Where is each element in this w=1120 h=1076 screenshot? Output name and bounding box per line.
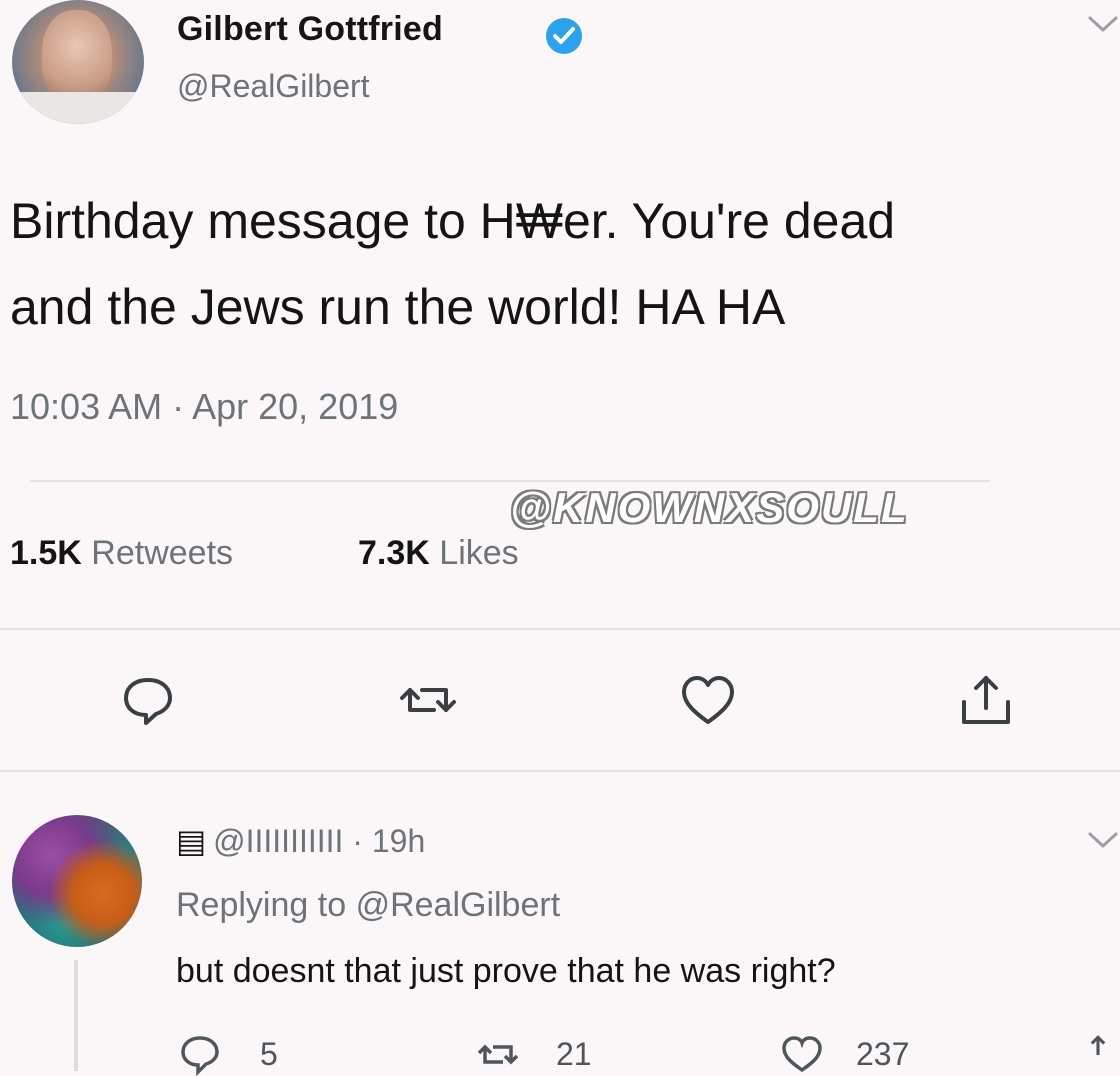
reply-chevron-down-icon[interactable] xyxy=(1086,826,1120,854)
reply-retweet-count: 21 xyxy=(556,1036,592,1072)
avatar-shirt xyxy=(12,92,144,124)
reply-separator: · xyxy=(352,823,363,859)
retweets-stat[interactable]: 1.5K Retweets xyxy=(10,534,233,573)
tweet-text: Birthday message to H₩er. You're dead an… xyxy=(10,176,1120,352)
reply-retweet-icon[interactable] xyxy=(474,1032,522,1076)
replying-prefix: Replying to xyxy=(176,886,347,924)
tweet-text-line-2: and the Jews run the world! HA HA xyxy=(10,279,786,335)
divider-top xyxy=(30,480,990,482)
reply-avatar[interactable] xyxy=(12,815,142,947)
reply-reply-count: 5 xyxy=(260,1036,278,1072)
tweet-timestamp[interactable]: 10:03 AM · Apr 20, 2019 xyxy=(10,386,398,428)
replying-handle[interactable]: @RealGilbert xyxy=(356,886,561,924)
retweets-label: Retweets xyxy=(91,534,234,572)
replying-to: Replying to @RealGilbert xyxy=(176,886,560,925)
watermark: @KNOWNXSOULL xyxy=(510,484,909,531)
avatar-face xyxy=(42,10,112,102)
retweet-icon[interactable] xyxy=(398,670,458,730)
reply-reply-icon[interactable] xyxy=(178,1032,222,1076)
like-icon[interactable] xyxy=(678,670,738,730)
likes-stat[interactable]: 7.3K Likes xyxy=(358,534,519,573)
verified-badge-icon xyxy=(546,18,582,54)
author-name[interactable]: Gilbert Gottfried xyxy=(177,10,443,49)
author-handle[interactable]: @RealGilbert xyxy=(177,68,370,105)
share-icon[interactable] xyxy=(956,670,1016,730)
reply-meta: ▤ @IIIIIIIIIII · 19h xyxy=(176,822,425,860)
divider-middle xyxy=(0,628,1120,630)
author-avatar[interactable] xyxy=(12,0,144,124)
likes-count: 7.3K xyxy=(358,534,430,572)
reply-name-redacted[interactable]: ▤ xyxy=(176,823,206,859)
reply-share-icon[interactable] xyxy=(1076,1032,1120,1071)
reply-icon[interactable] xyxy=(118,670,178,730)
retweets-count: 1.5K xyxy=(10,534,82,572)
reply-like-count: 237 xyxy=(856,1036,910,1072)
likes-label: Likes xyxy=(439,534,519,572)
reply-like-icon[interactable] xyxy=(778,1032,826,1076)
thread-line xyxy=(74,960,78,1071)
reply-text: but doesnt that just prove that he was r… xyxy=(176,952,836,990)
reply-age[interactable]: 19h xyxy=(372,823,425,859)
reply-handle[interactable]: @IIIIIIIIIII xyxy=(213,823,343,859)
divider-bottom xyxy=(0,770,1120,772)
tweet-text-line-1: Birthday message to H₩er. You're dead xyxy=(10,193,896,249)
chevron-down-icon[interactable] xyxy=(1086,10,1120,38)
